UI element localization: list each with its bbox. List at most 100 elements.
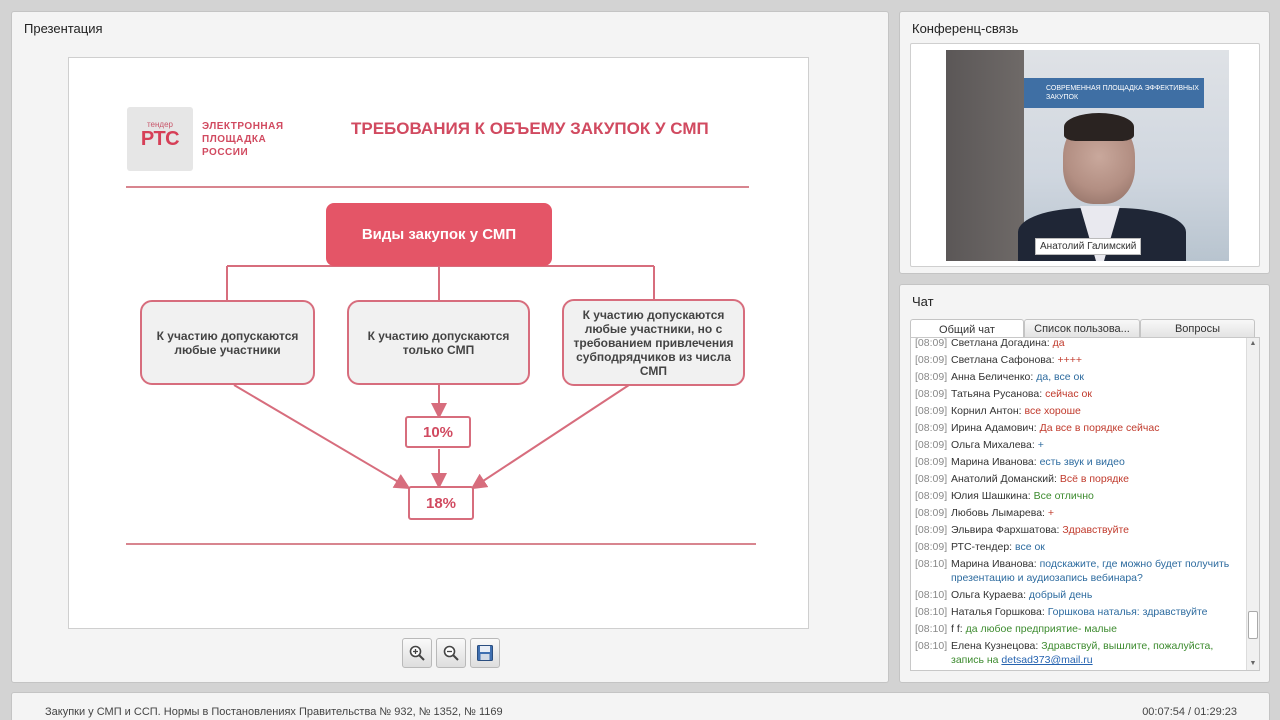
chat-message: [08:09] Светлана Догадина: да	[915, 338, 1245, 350]
chat-message: [08:09] Марина Иванова: есть звук и видео	[915, 455, 1245, 469]
chat-message-text: +	[1037, 439, 1044, 451]
logo-big-text: РТС	[140, 128, 180, 150]
chat-message-author: Анна Беличенко:	[951, 371, 1034, 383]
diagram-pct-18: 18%	[408, 486, 474, 520]
chat-scrollbar[interactable]: ▲ ▼	[1246, 338, 1259, 670]
chat-message-author: Любовь Лымарева:	[951, 507, 1045, 519]
playback-time: 00:07:54 / 01:29:23	[1142, 706, 1237, 718]
chat-message-time: [08:09]	[915, 405, 948, 417]
chat-panel: Чат Общий чат Список пользова... Вопросы…	[899, 284, 1270, 683]
speaker-hair	[1064, 113, 1134, 141]
chat-message: [08:10] Марина Иванова: подскажите, где м…	[915, 557, 1245, 585]
chat-message-author: Ольга Михалева:	[951, 439, 1035, 451]
chat-message-author: Эльвира Фархшатова:	[951, 524, 1060, 536]
chat-message-text: все ок	[1015, 541, 1045, 553]
chat-message-time: [08:09]	[915, 422, 948, 434]
slide-title: ТРЕБОВАНИЯ К ОБЪЕМУ ЗАКУПОК У СМП	[351, 119, 709, 138]
chat-message-time: [08:09]	[915, 439, 948, 451]
chat-message-time: [08:09]	[915, 490, 948, 502]
chat-message: [08:09] Анатолий Доманский: Всё в порядке	[915, 472, 1245, 486]
scroll-down-icon[interactable]: ▼	[1247, 658, 1259, 670]
scroll-up-icon[interactable]: ▲	[1247, 338, 1259, 350]
chat-message: [08:09] Ирина Адамович: Да все в порядке …	[915, 421, 1245, 435]
speaker-name-tag: Анатолий Галимский	[1035, 238, 1142, 255]
presentation-slide: тендер РТС ЭЛЕКТРОННАЯ ПЛОЩАДКА РОССИИ Т…	[68, 57, 809, 629]
chat-message-text: добрый день	[1028, 589, 1093, 601]
chat-message-author: Юлия Шашкина:	[951, 490, 1031, 502]
chat-message-author: Наталья Горшкова:	[951, 606, 1045, 618]
presentation-panel: Презентация тендер РТС ЭЛЕКТРОННАЯ ПЛОЩА…	[11, 11, 889, 683]
speaker-video[interactable]: СОВРЕМЕННАЯ ПЛОЩАДКА ЭФФЕКТИВНЫХ ЗАКУПОК…	[946, 50, 1229, 261]
chat-message: [08:09] РТС-тендер: все ок	[915, 540, 1245, 554]
chat-message-author: Татьяна Русанова:	[951, 388, 1043, 400]
banner-text: СОВРЕМЕННАЯ ПЛОЩАДКА ЭФФЕКТИВНЫХ ЗАКУПОК	[1024, 78, 1204, 108]
diagram-box-any-participants: К участию допускаются любые участники	[140, 300, 315, 385]
chat-message-time: [08:10]	[915, 606, 948, 618]
slide-bottom-divider	[126, 543, 756, 545]
chat-message: [08:09] Корнил Антон: все хороше	[915, 404, 1245, 418]
chat-message: [08:09] Татьяна Русанова: сейчас ок	[915, 387, 1245, 401]
chat-message-time: [08:10]	[915, 640, 948, 652]
chat-message-author: РТС-тендер:	[951, 541, 1013, 553]
diagram-box-smp-only: К участию допускаются только СМП	[347, 300, 530, 385]
chat-message-text: да любое предприятие- малые	[965, 623, 1117, 635]
chat-messages-box: [08:09] Светлана Догадина: да [08:09] Светл…	[910, 337, 1260, 671]
chat-message-time: [08:09]	[915, 507, 948, 519]
diagram-box-subcontractors: К участию допускаются любые участники, н…	[562, 299, 745, 386]
chat-panel-title: Чат	[912, 294, 934, 309]
chat-message: [08:10] f f: да любое предприятие- малые	[915, 622, 1245, 636]
chat-message-author: Светлана Сафонова:	[951, 354, 1055, 366]
chat-message: [08:10] Наталья Горшкова: Горшкова наталь…	[915, 605, 1245, 619]
chat-message-text: +	[1047, 507, 1055, 519]
rts-logo: тендер РТС	[127, 107, 193, 171]
chat-message-link[interactable]: detsad373@mail.ru	[1001, 654, 1092, 666]
chat-message-time: [08:10]	[915, 623, 948, 635]
chat-message-time: [08:09]	[915, 338, 948, 349]
conference-panel: Конференц-связь СОВРЕМЕННАЯ ПЛОЩАДКА ЭФФ…	[899, 11, 1270, 274]
conference-panel-title: Конференц-связь	[912, 21, 1019, 36]
chat-message-text: Горшкова наталья: здравствуйте	[1047, 606, 1208, 618]
webinar-title: Закупки у СМП и ССП. Нормы в Постановлен…	[45, 706, 503, 718]
chat-message-time: [08:09]	[915, 541, 948, 553]
tab-general-chat[interactable]: Общий чат	[910, 319, 1024, 339]
chat-message-author: Марина Иванова:	[951, 456, 1037, 468]
chat-message-text: да, все ок	[1036, 371, 1084, 383]
chat-message-time: [08:09]	[915, 388, 948, 400]
zoom-out-button[interactable]	[436, 638, 466, 668]
chat-message-author: Елена Кузнецова:	[951, 640, 1039, 652]
chat-message: [08:10] Елена Кузнецова: Здравствуй, вышл…	[915, 639, 1245, 667]
video-frame: СОВРЕМЕННАЯ ПЛОЩАДКА ЭФФЕКТИВНЫХ ЗАКУПОК…	[910, 43, 1260, 267]
chat-message: [08:09] Любовь Лымарева: +	[915, 506, 1245, 520]
chat-message-author: Светлана Догадина:	[951, 338, 1050, 349]
chat-message-time: [08:09]	[915, 524, 948, 536]
chat-message-author: Ольга Кураева:	[951, 589, 1026, 601]
chat-message: [08:09] Светлана Сафонова: ++++	[915, 353, 1245, 367]
zoom-out-icon	[443, 645, 459, 661]
chat-message-text: Да все в порядке сейчас	[1039, 422, 1160, 434]
tab-user-list[interactable]: Список пользова...	[1024, 319, 1140, 338]
chat-message-author: Ирина Адамович:	[951, 422, 1037, 434]
save-button[interactable]	[470, 638, 500, 668]
diagram-pct-10: 10%	[405, 416, 471, 448]
scrollbar-thumb[interactable]	[1248, 611, 1258, 639]
chat-message: [08:09] Юлия Шашкина: Все отлично	[915, 489, 1245, 503]
chat-message-author: Корнил Антон:	[951, 405, 1022, 417]
chat-message: [08:09] Эльвира Фархшатова: Здравствуйте	[915, 523, 1245, 537]
chat-message-time: [08:09]	[915, 456, 948, 468]
tab-questions[interactable]: Вопросы	[1140, 319, 1255, 338]
chat-message-author: Марина Иванова:	[951, 558, 1037, 570]
chat-message-text: ++++	[1057, 354, 1082, 366]
chat-message-text: да	[1052, 338, 1065, 349]
zoom-in-icon	[409, 645, 425, 661]
chat-message-time: [08:10]	[915, 558, 948, 570]
chat-message-text: Все отлично	[1033, 490, 1094, 502]
presentation-panel-title: Презентация	[24, 21, 103, 36]
chat-message: [08:09] Ольга Михалева: +	[915, 438, 1245, 452]
slide-top-divider	[126, 186, 749, 188]
chat-message: [08:10] Ольга Кураева: добрый день	[915, 588, 1245, 602]
zoom-in-button[interactable]	[402, 638, 432, 668]
chat-message-time: [08:09]	[915, 473, 948, 485]
chat-message-text: все хороше	[1024, 405, 1081, 417]
chat-message-author: f f:	[951, 623, 963, 635]
chat-message: [08:09] Анна Беличенко: да, все ок	[915, 370, 1245, 384]
